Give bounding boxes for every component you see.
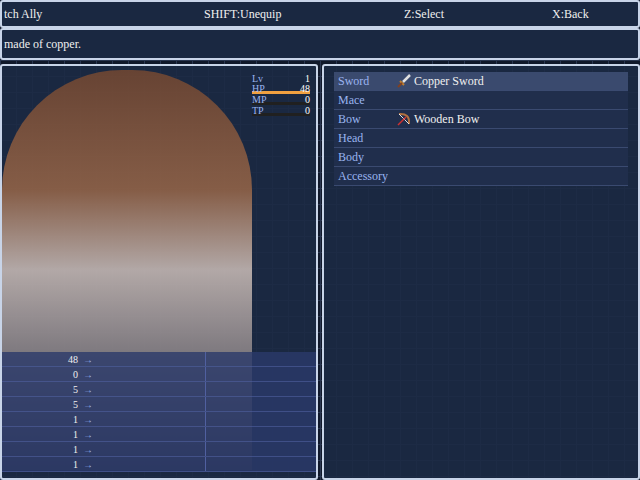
equip-screen: tch AllySHIFT:UnequipZ:SelectX:Back made … <box>0 0 640 480</box>
param-arrow: → <box>78 367 98 382</box>
gauge-label: MP <box>252 95 266 105</box>
gauge-value: 0 <box>305 106 310 116</box>
slot-label: Bow <box>334 110 396 128</box>
equip-slot[interactable]: Head <box>334 129 628 148</box>
key-hint: SHIFT:Unequip <box>204 5 404 23</box>
equip-slot[interactable]: BowWooden Bow <box>334 110 628 129</box>
slot-item: Wooden Bow <box>396 110 479 128</box>
help-text: made of copper. <box>4 35 81 53</box>
param-row: 5→ <box>2 397 316 412</box>
param-row: 5→ <box>2 382 316 397</box>
param-arrow: → <box>78 397 98 412</box>
level-value: 1 <box>305 74 310 84</box>
slot-item: Copper Sword <box>396 72 484 90</box>
gauge: MP 0 <box>252 95 310 106</box>
param-arrow: → <box>78 382 98 397</box>
gauge-label: TP <box>252 106 264 116</box>
slot-label: Head <box>334 129 396 147</box>
param-value: 5 <box>2 382 78 397</box>
status-window: Lv1HP48MP0TP048→0→5→5→1→1→1→1→ <box>0 64 318 480</box>
equip-slot[interactable]: Mace <box>334 91 628 110</box>
gauge-value: 0 <box>305 95 310 105</box>
param-value: 1 <box>2 442 78 457</box>
param-row: 1→ <box>2 412 316 427</box>
param-list: 48→0→5→5→1→1→1→1→ <box>2 352 316 472</box>
slot-label: Body <box>334 148 396 166</box>
param-row: 1→ <box>2 442 316 457</box>
gauge-block: Lv 1 HP 48 MP 0 TP 0 <box>252 74 310 117</box>
param-value: 48 <box>2 352 78 367</box>
slot-label: Accessory <box>334 167 396 185</box>
gauge: HP 48 <box>252 84 310 95</box>
param-arrow: → <box>78 457 98 472</box>
param-row: 1→ <box>2 427 316 442</box>
gauge: TP 0 <box>252 106 310 117</box>
key-hint: X:Back <box>552 5 638 23</box>
gauge-label: HP <box>252 84 265 94</box>
slot-label: Mace <box>334 91 396 109</box>
param-arrow: → <box>78 442 98 457</box>
level-label: Lv <box>252 74 263 84</box>
param-value: 1 <box>2 412 78 427</box>
key-hint: tch Ally <box>4 5 204 23</box>
help-window: made of copper. <box>0 28 640 60</box>
param-value: 5 <box>2 397 78 412</box>
slot-label: Sword <box>334 72 396 90</box>
param-arrow: → <box>78 427 98 442</box>
param-value: 0 <box>2 367 78 382</box>
param-value: 1 <box>2 457 78 472</box>
equip-slot[interactable]: Accessory <box>334 167 628 186</box>
equip-slot[interactable]: SwordCopper Sword <box>334 72 628 91</box>
equip-slot[interactable]: Body <box>334 148 628 167</box>
key-help-bar: tch AllySHIFT:UnequipZ:SelectX:Back <box>0 0 640 28</box>
sword-icon <box>396 73 412 89</box>
param-arrow: → <box>78 352 98 367</box>
param-arrow: → <box>78 412 98 427</box>
param-value: 1 <box>2 427 78 442</box>
bow-icon <box>396 111 412 127</box>
param-row: 1→ <box>2 457 316 472</box>
param-row: 48→ <box>2 352 316 367</box>
equip-slot-window: SwordCopper SwordMaceBowWooden BowHeadBo… <box>322 64 640 480</box>
main-area: Lv1HP48MP0TP048→0→5→5→1→1→1→1→SwordCoppe… <box>0 60 640 480</box>
key-hint: Z:Select <box>404 5 552 23</box>
param-row: 0→ <box>2 367 316 382</box>
gauge-value: 48 <box>300 84 310 94</box>
